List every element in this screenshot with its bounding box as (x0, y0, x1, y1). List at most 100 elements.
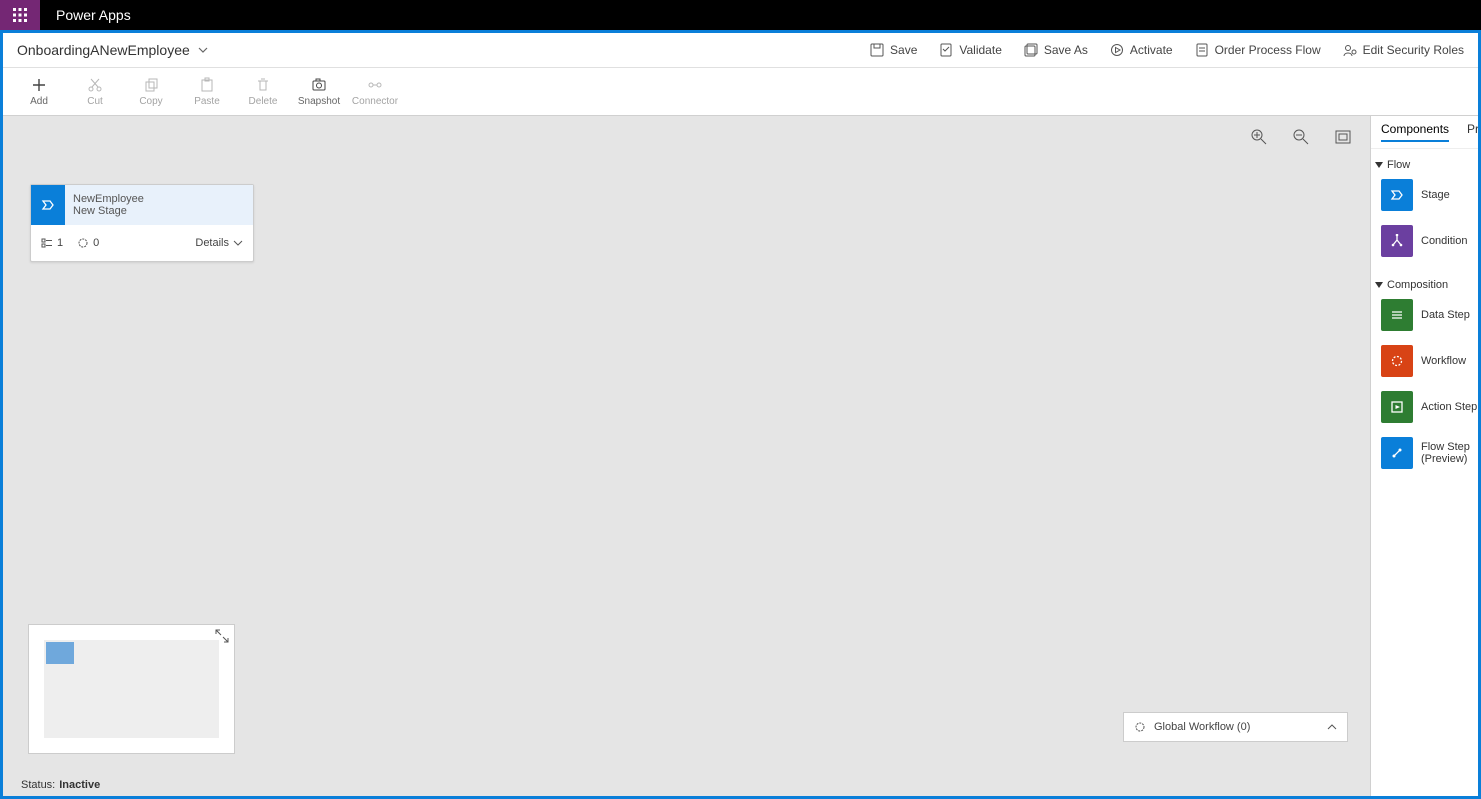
edit-security-label: Edit Security Roles (1363, 43, 1464, 57)
global-workflow-toggle[interactable]: Global Workflow (0) (1123, 712, 1348, 742)
process-name-dropdown[interactable]: OnboardingANewEmployee (17, 42, 208, 58)
save-button[interactable]: Save (870, 43, 917, 57)
camera-icon (311, 77, 327, 93)
paste-icon (199, 77, 215, 93)
stage-entity: NewEmployee (73, 193, 245, 205)
save-label: Save (890, 43, 917, 57)
step-count-value: 1 (57, 237, 63, 249)
save-as-icon (1024, 43, 1038, 57)
component-stage-label: Stage (1421, 189, 1450, 201)
paste-button[interactable]: Paste (179, 68, 235, 116)
tab-components[interactable]: Components (1381, 122, 1449, 142)
copy-icon (143, 77, 159, 93)
chevron-up-icon (1327, 722, 1337, 732)
fit-icon (1334, 128, 1352, 146)
activate-icon (1110, 43, 1124, 57)
component-stage[interactable]: Stage (1371, 177, 1478, 213)
connector-button[interactable]: Connector (347, 68, 403, 116)
snapshot-label: Snapshot (298, 96, 340, 107)
save-icon (870, 43, 884, 57)
minimap-stage-marker (46, 642, 74, 664)
stage-chevron-icon (31, 185, 65, 225)
save-as-button[interactable]: Save As (1024, 43, 1088, 57)
edit-security-roles-button[interactable]: Edit Security Roles (1343, 43, 1464, 57)
component-action-step[interactable]: Action Step (1371, 389, 1478, 425)
component-data-step-label: Data Step (1421, 309, 1470, 321)
data-step-icon (1381, 299, 1413, 331)
wf-count-value: 0 (93, 237, 99, 249)
zoom-in-icon (1250, 128, 1268, 146)
workflow-small-icon (77, 237, 89, 249)
details-label: Details (195, 237, 229, 249)
chevron-down-icon (198, 45, 208, 55)
zoom-in-button[interactable] (1250, 128, 1268, 146)
global-workflow-label: Global Workflow (0) (1154, 721, 1250, 733)
tab-properties[interactable]: Pro (1467, 122, 1478, 142)
order-label: Order Process Flow (1215, 43, 1321, 57)
status-value: Inactive (59, 779, 100, 791)
flow-step-icon (1381, 437, 1413, 469)
triangle-down-icon (1375, 161, 1383, 169)
status-bar: Status: Inactive (3, 774, 118, 796)
connector-icon (367, 77, 383, 93)
save-as-label: Save As (1044, 43, 1088, 57)
paste-label: Paste (194, 96, 220, 107)
component-workflow[interactable]: Workflow (1371, 343, 1478, 379)
stage-card[interactable]: NewEmployee New Stage 1 0 (30, 184, 254, 262)
add-label: Add (30, 96, 48, 107)
validate-icon (939, 43, 953, 57)
validate-label: Validate (959, 43, 1001, 57)
chevron-down-icon (233, 238, 243, 248)
cut-label: Cut (87, 96, 103, 107)
fit-screen-button[interactable] (1334, 128, 1352, 146)
components-panel: Components Pro Flow Stage Condition (1370, 116, 1478, 796)
app-launcher-button[interactable] (0, 0, 40, 30)
plus-icon (31, 77, 47, 93)
validate-button[interactable]: Validate (939, 43, 1001, 57)
component-flow-step[interactable]: Flow Step(Preview) (1371, 435, 1478, 471)
group-flow-label: Flow (1387, 159, 1410, 171)
component-flow-step-label: Flow Step(Preview) (1421, 441, 1470, 465)
group-flow[interactable]: Flow (1371, 149, 1478, 177)
delete-label: Delete (249, 96, 278, 107)
status-label: Status: (21, 779, 55, 791)
component-condition[interactable]: Condition (1371, 223, 1478, 259)
action-step-icon (1381, 391, 1413, 423)
component-data-step[interactable]: Data Step (1371, 297, 1478, 333)
stage-details-toggle[interactable]: Details (195, 237, 243, 249)
delete-icon (255, 77, 271, 93)
component-condition-label: Condition (1421, 235, 1467, 247)
workflow-small-icon (1134, 721, 1146, 733)
zoom-out-button[interactable] (1292, 128, 1310, 146)
stage-name: New Stage (73, 205, 245, 217)
order-icon (1195, 43, 1209, 57)
cut-button[interactable]: Cut (67, 68, 123, 116)
step-count: 1 (41, 237, 63, 249)
delete-button[interactable]: Delete (235, 68, 291, 116)
order-process-flow-button[interactable]: Order Process Flow (1195, 43, 1321, 57)
workflow-icon (1381, 345, 1413, 377)
security-icon (1343, 43, 1357, 57)
component-action-step-label: Action Step (1421, 401, 1477, 413)
zoom-out-icon (1292, 128, 1310, 146)
app-title: Power Apps (40, 7, 147, 23)
group-composition[interactable]: Composition (1371, 269, 1478, 297)
stage-icon (1381, 179, 1413, 211)
activate-label: Activate (1130, 43, 1173, 57)
triangle-down-icon (1375, 281, 1383, 289)
process-name-text: OnboardingANewEmployee (17, 42, 190, 58)
activate-button[interactable]: Activate (1110, 43, 1173, 57)
snapshot-button[interactable]: Snapshot (291, 68, 347, 116)
copy-button[interactable]: Copy (123, 68, 179, 116)
condition-icon (1381, 225, 1413, 257)
steps-icon (41, 237, 53, 249)
copy-label: Copy (139, 96, 162, 107)
minimap[interactable] (28, 624, 235, 754)
add-button[interactable]: Add (11, 68, 67, 116)
minimap-viewport (44, 640, 219, 738)
group-composition-label: Composition (1387, 279, 1448, 291)
wf-count: 0 (77, 237, 99, 249)
component-workflow-label: Workflow (1421, 355, 1466, 367)
connector-label: Connector (352, 96, 398, 107)
designer-canvas[interactable]: NewEmployee New Stage 1 0 (3, 116, 1370, 796)
